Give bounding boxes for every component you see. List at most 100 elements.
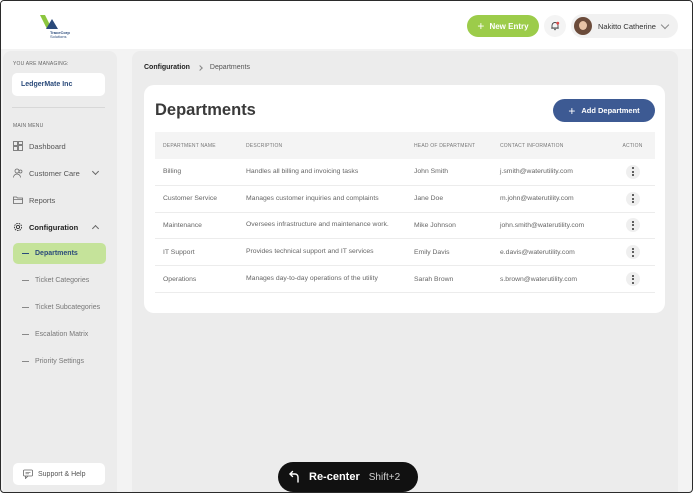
- recenter-shortcut: Shift+2: [368, 471, 401, 483]
- more-vertical-icon[interactable]: [625, 191, 640, 206]
- table-row[interactable]: Operations Manages day-to-day operations…: [155, 266, 655, 293]
- app-window: TraceCorp Solutions + New Entry Nakitto …: [0, 0, 693, 493]
- column-header: ACTION: [622, 142, 643, 149]
- sidebar-subitem-label: Ticket Categories: [35, 277, 90, 284]
- dash-icon: [22, 361, 29, 362]
- recenter-button[interactable]: Re-center Shift+2: [278, 462, 418, 492]
- department-description: Manages day-to-day operations of the uti…: [246, 275, 378, 283]
- users-icon: [13, 168, 23, 178]
- row-actions: [610, 245, 655, 260]
- company-logo[interactable]: TraceCorp Solutions: [38, 13, 78, 41]
- dash-icon: [22, 307, 29, 308]
- column-header: DESCRIPTION: [246, 142, 283, 149]
- support-label: Support & Help: [38, 470, 86, 478]
- dashboard-icon: [13, 141, 23, 151]
- dash-icon: [22, 334, 29, 335]
- chevron-down-icon: [660, 20, 670, 30]
- sidebar-subitem-priority-settings[interactable]: Priority Settings: [13, 351, 106, 372]
- sidebar-subitem-escalation-matrix[interactable]: Escalation Matrix: [13, 324, 106, 345]
- department-name: Maintenance: [163, 221, 202, 229]
- more-vertical-icon[interactable]: [625, 272, 640, 287]
- department-contact: m.john@waterutility.com: [500, 195, 574, 203]
- table-row[interactable]: Billing Handles all billing and invoicin…: [155, 159, 655, 186]
- sidebar-item-configuration[interactable]: Configuration: [13, 218, 106, 236]
- new-entry-button[interactable]: + New Entry: [467, 15, 539, 37]
- sidebar-item-reports[interactable]: Reports: [13, 191, 106, 209]
- sidebar-subitem-label: Priority Settings: [35, 358, 85, 365]
- more-vertical-icon[interactable]: [625, 245, 640, 260]
- department-head: John Smith: [414, 168, 449, 176]
- table-row[interactable]: IT Support Provides technical support an…: [155, 239, 655, 267]
- sidebar-subitem-departments[interactable]: Departments: [13, 243, 106, 264]
- sidebar-subitem-ticket-subcategories[interactable]: Ticket Subcategories: [13, 297, 106, 318]
- department-contact: j.smith@waterutility.com: [500, 168, 573, 176]
- organization-name: LedgerMate Inc: [21, 81, 73, 88]
- sidebar-item-label: Customer Care: [29, 168, 80, 178]
- sidebar-item-label: Dashboard: [29, 141, 66, 151]
- support-help-button[interactable]: Support & Help: [13, 463, 105, 485]
- gear-icon: [13, 222, 23, 232]
- avatar: [574, 17, 592, 35]
- table-header: DEPARTMENT NAME DESCRIPTION HEAD OF DEPA…: [155, 132, 655, 159]
- plus-icon: +: [477, 19, 485, 33]
- row-actions: [610, 164, 655, 179]
- table-row[interactable]: Customer Service Manages customer inquir…: [155, 186, 655, 213]
- department-name: IT Support: [163, 248, 195, 256]
- sidebar-subitem-label: Escalation Matrix: [35, 331, 89, 338]
- user-name: Nakitto Catherine: [598, 21, 656, 31]
- breadcrumb: Configuration Departments: [144, 64, 250, 71]
- row-actions: [610, 191, 655, 206]
- sidebar-item-label: Configuration: [29, 222, 79, 232]
- row-actions: [610, 218, 655, 233]
- new-entry-label: New Entry: [489, 21, 529, 31]
- chevron-down-icon: [91, 167, 100, 176]
- sidebar-item-dashboard[interactable]: Dashboard: [13, 137, 106, 155]
- sidebar-item-customer-care[interactable]: Customer Care: [13, 164, 106, 182]
- sidebar-subitem-label: Departments: [35, 250, 78, 257]
- department-description: Provides technical support and IT servic…: [246, 248, 374, 256]
- managing-caption: YOU ARE MANAGING:: [13, 61, 69, 67]
- departments-card: Departments + Add Department DEPARTMENT …: [144, 85, 665, 313]
- chevron-right-icon: [197, 64, 203, 71]
- department-head: Sarah Brown: [414, 275, 454, 283]
- sidebar-item-label: Reports: [29, 195, 56, 205]
- recenter-label: Re-center: [309, 471, 360, 483]
- chevron-up-icon: [91, 224, 100, 233]
- department-head: Emily Davis: [414, 248, 450, 256]
- column-header: DEPARTMENT NAME: [163, 142, 216, 149]
- user-menu[interactable]: Nakitto Catherine: [571, 14, 678, 38]
- more-vertical-icon[interactable]: [625, 218, 640, 233]
- breadcrumb-parent[interactable]: Configuration: [144, 64, 190, 71]
- department-name: Operations: [163, 275, 197, 283]
- breadcrumb-current: Departments: [209, 64, 250, 71]
- department-contact: john.smith@waterutility.com: [500, 221, 585, 229]
- department-head: Mike Johnson: [414, 221, 456, 229]
- main-menu-caption: MAIN MENU: [13, 123, 44, 129]
- sidebar: YOU ARE MANAGING: LedgerMate Inc MAIN ME…: [3, 51, 117, 492]
- column-header: HEAD OF DEPARTMENT: [414, 142, 476, 149]
- bell-icon: [551, 21, 560, 31]
- folder-icon: [13, 195, 23, 205]
- departments-table: DEPARTMENT NAME DESCRIPTION HEAD OF DEPA…: [155, 132, 655, 293]
- logo-tagline: Solutions: [50, 34, 67, 39]
- plus-icon: +: [568, 103, 576, 118]
- column-header: CONTACT INFORMATION: [500, 142, 564, 149]
- department-name: Customer Service: [163, 195, 218, 203]
- chat-icon: [23, 469, 33, 479]
- notifications-button[interactable]: [544, 15, 566, 37]
- top-bar: TraceCorp Solutions + New Entry Nakitto …: [1, 1, 692, 49]
- organization-selector[interactable]: LedgerMate Inc: [12, 73, 105, 96]
- sidebar-subitem-ticket-categories[interactable]: Ticket Categories: [13, 270, 106, 291]
- logo-text: TraceCorp Solutions: [50, 31, 70, 39]
- department-description: Handles all billing and invoicing tasks: [246, 167, 359, 175]
- department-name: Billing: [163, 168, 182, 176]
- divider: [12, 107, 105, 108]
- department-contact: s.brown@waterutility.com: [500, 275, 578, 283]
- main-content: Configuration Departments Departments + …: [132, 51, 678, 492]
- table-row[interactable]: Maintenance Oversees infrastructure and …: [155, 213, 655, 240]
- more-vertical-icon[interactable]: [625, 164, 640, 179]
- undo-arrow-icon: [289, 470, 299, 483]
- add-department-button[interactable]: + Add Department: [553, 99, 655, 122]
- department-contact: e.davis@waterutility.com: [500, 248, 575, 256]
- row-actions: [610, 272, 655, 287]
